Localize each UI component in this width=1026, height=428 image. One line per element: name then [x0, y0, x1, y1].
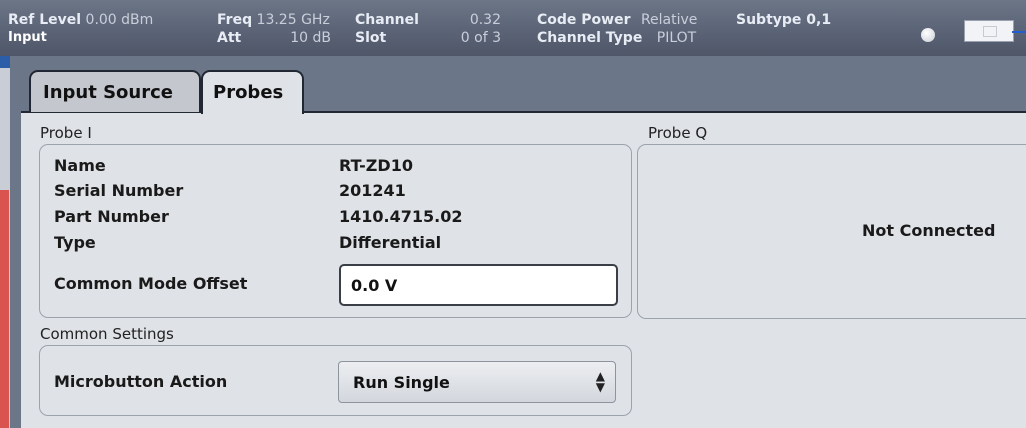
channel-type: Channel Type PILOT — [537, 30, 696, 46]
probe-i-part-label: Part Number — [54, 207, 169, 226]
att: Att 10 dB — [217, 30, 331, 46]
subtype: Subtype 0,1 — [736, 12, 831, 28]
channel-label: Channel — [355, 12, 419, 28]
probe-i-serial-label: Serial Number — [54, 181, 184, 200]
channel-type-label: Channel Type — [537, 30, 643, 46]
channel: Channel 0.32 — [355, 12, 501, 28]
code-power-label: Code Power — [537, 12, 631, 28]
freq-value: 13.25 GHz — [256, 12, 330, 28]
probe-i-name-label: Name — [54, 156, 106, 175]
probe-i-serial-value: 201241 — [339, 181, 406, 200]
att-value: 10 dB — [290, 30, 331, 46]
slot: Slot 0 of 3 — [355, 30, 501, 46]
channel-type-value: PILOT — [656, 30, 697, 46]
code-power: Code Power Relative — [537, 12, 697, 28]
probe-i-part-value: 1410.4715.02 — [339, 207, 463, 226]
microbutton-action-value: Run Single — [353, 373, 450, 392]
accent-line — [1012, 31, 1026, 33]
background-window-title-edge — [0, 56, 10, 68]
input-indicator: Input — [8, 30, 47, 45]
channel-value: 0.32 — [469, 12, 501, 28]
probe-i-name-value: RT-ZD10 — [339, 156, 413, 175]
probe-i-title: Probe I — [40, 124, 92, 142]
status-led-icon — [921, 28, 935, 42]
updown-arrows-icon: ▲ ▼ — [595, 369, 605, 394]
probe-i-type-value: Differential — [339, 233, 442, 252]
common-mode-offset-label: Common Mode Offset — [54, 274, 248, 293]
tab-input-source[interactable]: Input Source — [29, 70, 201, 112]
common-mode-offset-input[interactable] — [339, 264, 618, 306]
background-trace-edge — [0, 190, 9, 428]
att-label: Att — [217, 30, 242, 46]
probe-q-title: Probe Q — [648, 124, 708, 142]
common-settings-title: Common Settings — [40, 325, 174, 343]
microbutton-action-label: Microbutton Action — [54, 372, 228, 391]
slot-label: Slot — [355, 30, 387, 46]
microbutton-action-select[interactable]: Run Single ▲ ▼ — [338, 361, 616, 403]
code-power-value: Relative — [640, 12, 698, 28]
ref-level: Ref Level 0.00 dBm — [8, 12, 153, 28]
freq-label: Freq — [217, 12, 253, 28]
status-bar: Ref Level 0.00 dBm Input Freq 13.25 GHz … — [0, 0, 1026, 56]
window-icon — [983, 26, 997, 37]
probe-q-status: Not Connected — [862, 221, 996, 240]
tab-probes[interactable]: Probes — [201, 70, 304, 114]
ref-level-label: Ref Level — [8, 12, 82, 28]
probe-i-type-label: Type — [54, 233, 96, 252]
freq: Freq 13.25 GHz — [217, 12, 330, 28]
subtype-label: Subtype 0,1 — [736, 12, 832, 28]
slot-value: 0 of 3 — [460, 30, 501, 46]
ref-level-value: 0.00 dBm — [85, 12, 154, 28]
window-control-button[interactable] — [964, 20, 1014, 42]
